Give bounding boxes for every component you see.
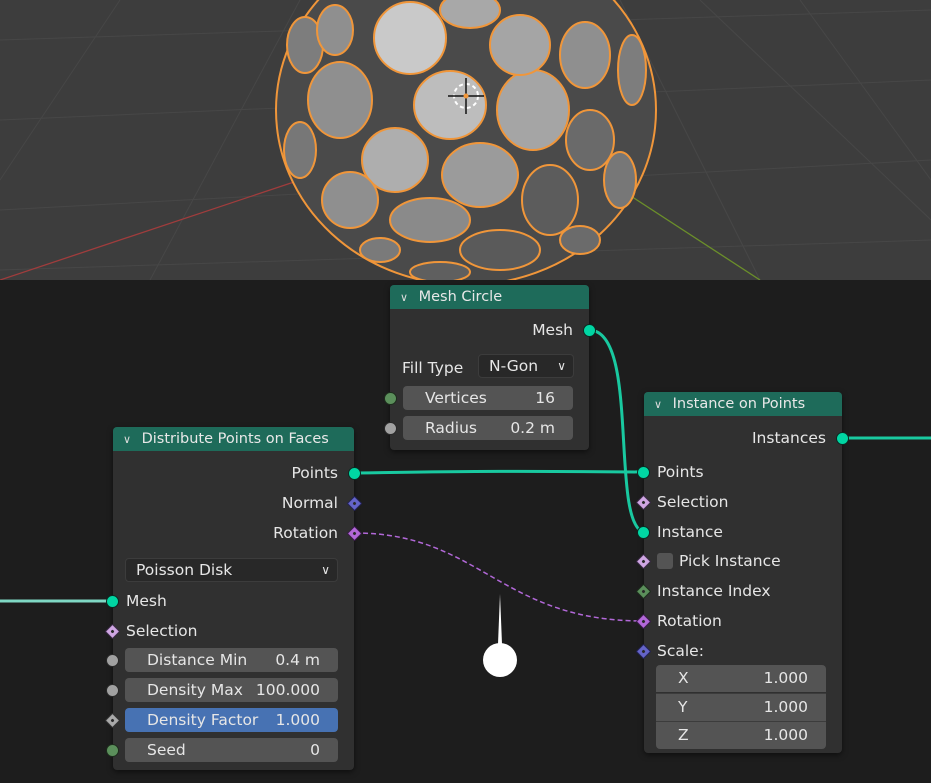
scale-y-value: 1.000 (763, 698, 808, 716)
instance-input-socket[interactable] (637, 526, 650, 539)
scale-x-value: 1.000 (763, 669, 808, 687)
normal-output-label: Normal (281, 494, 338, 512)
radius-value: 0.2 m (510, 419, 555, 437)
instance-index-label: Instance Index (657, 582, 771, 600)
density-factor-value: 1.000 (275, 711, 320, 729)
seed-label: Seed (147, 741, 186, 759)
vertices-label: Vertices (425, 389, 487, 407)
instanced-sphere[interactable] (275, 0, 657, 280)
distribute-points-header[interactable]: ∨ Distribute Points on Faces (113, 427, 354, 451)
scale-y-label: Y (678, 698, 688, 716)
instance-input-label: Instance (657, 523, 723, 541)
density-max-field[interactable]: Density Max 100.000 (125, 678, 338, 702)
scale-z-label: Z (678, 726, 689, 744)
scale-y-field[interactable]: Y 1.000 (656, 693, 826, 721)
chevron-down-icon[interactable]: ∨ (123, 428, 137, 452)
mesh-circle-header[interactable]: ∨ Mesh Circle (390, 285, 589, 309)
3d-viewport[interactable] (0, 0, 931, 280)
mesh-input-socket[interactable] (106, 595, 119, 608)
density-max-label: Density Max (147, 681, 243, 699)
fill-type-label: Fill Type (402, 359, 464, 377)
density-factor-label: Density Factor (147, 711, 259, 729)
instances-output-label: Instances (751, 429, 826, 447)
chevron-down-icon[interactable]: ∨ (654, 393, 668, 417)
selection-input-label: Selection (657, 493, 729, 511)
chevron-down-icon: ∨ (321, 563, 330, 577)
instance-on-points-header[interactable]: ∨ Instance on Points (644, 392, 842, 416)
mesh-output-socket[interactable] (583, 324, 596, 337)
distribute-mode-dropdown[interactable]: Poisson Disk ∨ (125, 558, 338, 582)
points-input-label: Points (657, 463, 704, 481)
pointer-marker-icon (483, 594, 517, 677)
rotation-input-label: Rotation (657, 612, 722, 630)
output-mesh-label: Mesh (532, 321, 573, 339)
chevron-down-icon: ∨ (557, 359, 566, 373)
distribute-mode-value: Poisson Disk (136, 561, 233, 579)
vertices-value: 16 (535, 389, 555, 407)
scale-label: Scale: (657, 642, 704, 660)
scale-z-value: 1.000 (763, 726, 808, 744)
distribute-points-node[interactable]: ∨ Distribute Points on Faces Points Norm… (113, 427, 354, 770)
density-factor-field[interactable]: Density Factor 1.000 (125, 708, 338, 732)
distance-min-label: Distance Min (147, 651, 248, 669)
pick-instance-checkbox[interactable] (657, 553, 673, 569)
mesh-input-label: Mesh (126, 592, 167, 610)
distance-min-field[interactable]: Distance Min 0.4 m (125, 648, 338, 672)
radius-socket[interactable] (384, 422, 397, 435)
fill-type-value: N-Gon (489, 357, 539, 375)
points-output-label: Points (291, 464, 338, 482)
mesh-circle-node[interactable]: ∨ Mesh Circle Mesh Fill Type N-Gon ∨ Ver… (390, 285, 589, 450)
viewport-scene (0, 0, 931, 280)
vertices-field[interactable]: Vertices 16 (403, 386, 573, 410)
chevron-down-icon[interactable]: ∨ (400, 286, 414, 310)
density-max-socket[interactable] (106, 684, 119, 697)
pick-instance-label: Pick Instance (679, 552, 781, 570)
scale-z-field[interactable]: Z 1.000 (656, 721, 826, 749)
rotation-output-label: Rotation (273, 524, 338, 542)
fill-type-dropdown[interactable]: N-Gon ∨ (478, 354, 574, 378)
distance-min-value: 0.4 m (275, 651, 320, 669)
radius-label: Radius (425, 419, 477, 437)
seed-socket[interactable] (106, 744, 119, 757)
selection-input-label: Selection (126, 622, 198, 640)
density-max-value: 100.000 (255, 681, 320, 699)
points-input-socket[interactable] (637, 466, 650, 479)
distance-min-socket[interactable] (106, 654, 119, 667)
instances-output-socket[interactable] (836, 432, 849, 445)
scale-x-label: X (678, 669, 689, 687)
scale-x-field[interactable]: X 1.000 (656, 665, 826, 692)
seed-value: 0 (310, 741, 320, 759)
node-title: Instance on Points (672, 396, 806, 412)
node-title: Mesh Circle (418, 289, 503, 305)
seed-field[interactable]: Seed 0 (125, 738, 338, 762)
node-title: Distribute Points on Faces (141, 431, 329, 447)
points-output-socket[interactable] (348, 467, 361, 480)
radius-field[interactable]: Radius 0.2 m (403, 416, 573, 440)
vertices-socket[interactable] (384, 392, 397, 405)
